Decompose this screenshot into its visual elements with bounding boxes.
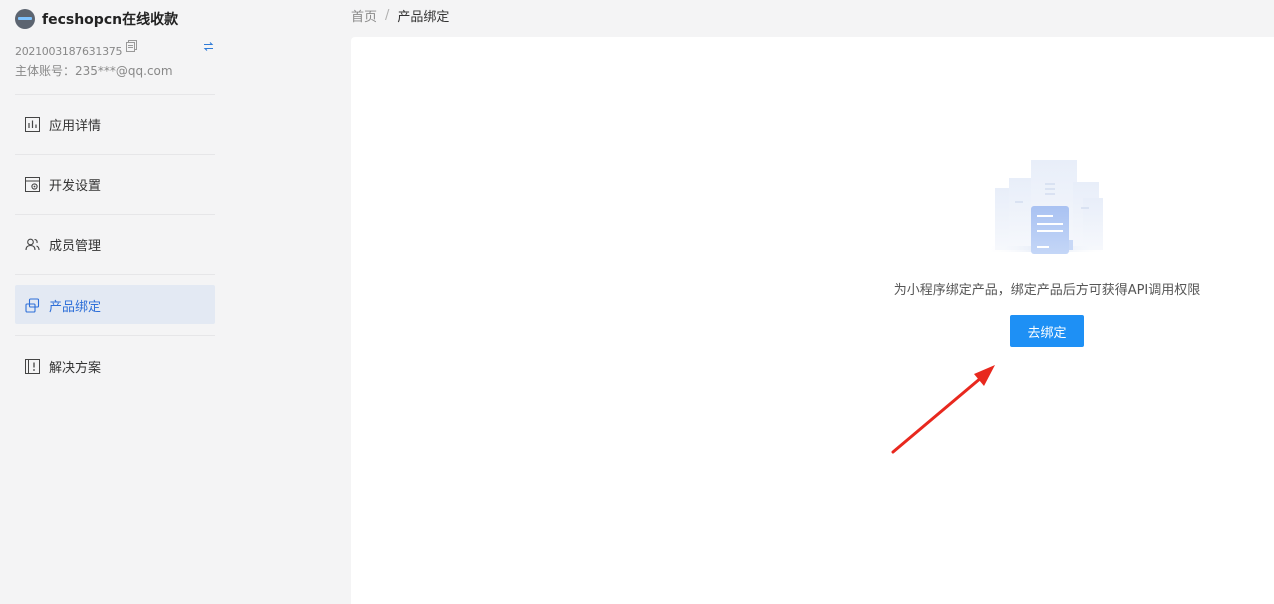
app-id: 2021003187631375 — [15, 45, 123, 58]
app-header: fecshopcn在线收款 — [15, 9, 178, 29]
breadcrumb: 首页 / 产品绑定 — [351, 6, 449, 25]
breadcrumb-separator: / — [385, 8, 390, 23]
empty-document-illustration — [985, 160, 1109, 254]
sidebar-item-dev-settings[interactable]: 开发设置 — [15, 155, 215, 215]
sidebar-item-label: 开发设置 — [49, 179, 102, 194]
sidebar: fecshopcn在线收款 2021003187631375 主体账号：235*… — [0, 0, 230, 604]
link-icon — [25, 297, 40, 313]
go-bind-button[interactable]: 去绑定 — [1010, 315, 1084, 347]
sidebar-menu: 应用详情 开发设置 成员管理 产品绑定 解决方案 — [15, 94, 215, 396]
switch-icon[interactable] — [203, 41, 214, 52]
breadcrumb-home[interactable]: 首页 — [351, 6, 377, 25]
sidebar-item-label: 解决方案 — [49, 360, 102, 376]
chart-icon — [25, 117, 40, 132]
annotation-arrow-icon — [891, 365, 995, 454]
sidebar-item-label: 成员管理 — [49, 239, 102, 254]
sidebar-item-members[interactable]: 成员管理 — [15, 215, 215, 275]
app-name: fecshopcn在线收款 — [42, 12, 179, 28]
app-id-row: 2021003187631375 — [15, 40, 215, 58]
breadcrumb-current: 产品绑定 — [397, 10, 450, 25]
main-panel — [351, 37, 1274, 604]
members-icon — [25, 238, 40, 251]
empty-state-message: 为小程序绑定产品，绑定产品后方可获得API调用权限 — [893, 283, 1201, 298]
solution-icon — [25, 358, 40, 374]
settings-window-icon — [25, 177, 40, 192]
account-info: 主体账号：235***@qq.com — [15, 64, 173, 78]
sidebar-item-product-binding[interactable]: 产品绑定 — [15, 275, 215, 335]
active-highlight — [15, 285, 215, 324]
sidebar-item-solutions[interactable]: 解决方案 — [15, 336, 215, 396]
sidebar-item-app-details[interactable]: 应用详情 — [15, 95, 215, 155]
sidebar-item-label: 应用详情 — [49, 119, 102, 134]
copy-icon[interactable] — [126, 40, 137, 52]
app-logo — [15, 9, 35, 29]
sidebar-item-label: 产品绑定 — [49, 299, 102, 315]
